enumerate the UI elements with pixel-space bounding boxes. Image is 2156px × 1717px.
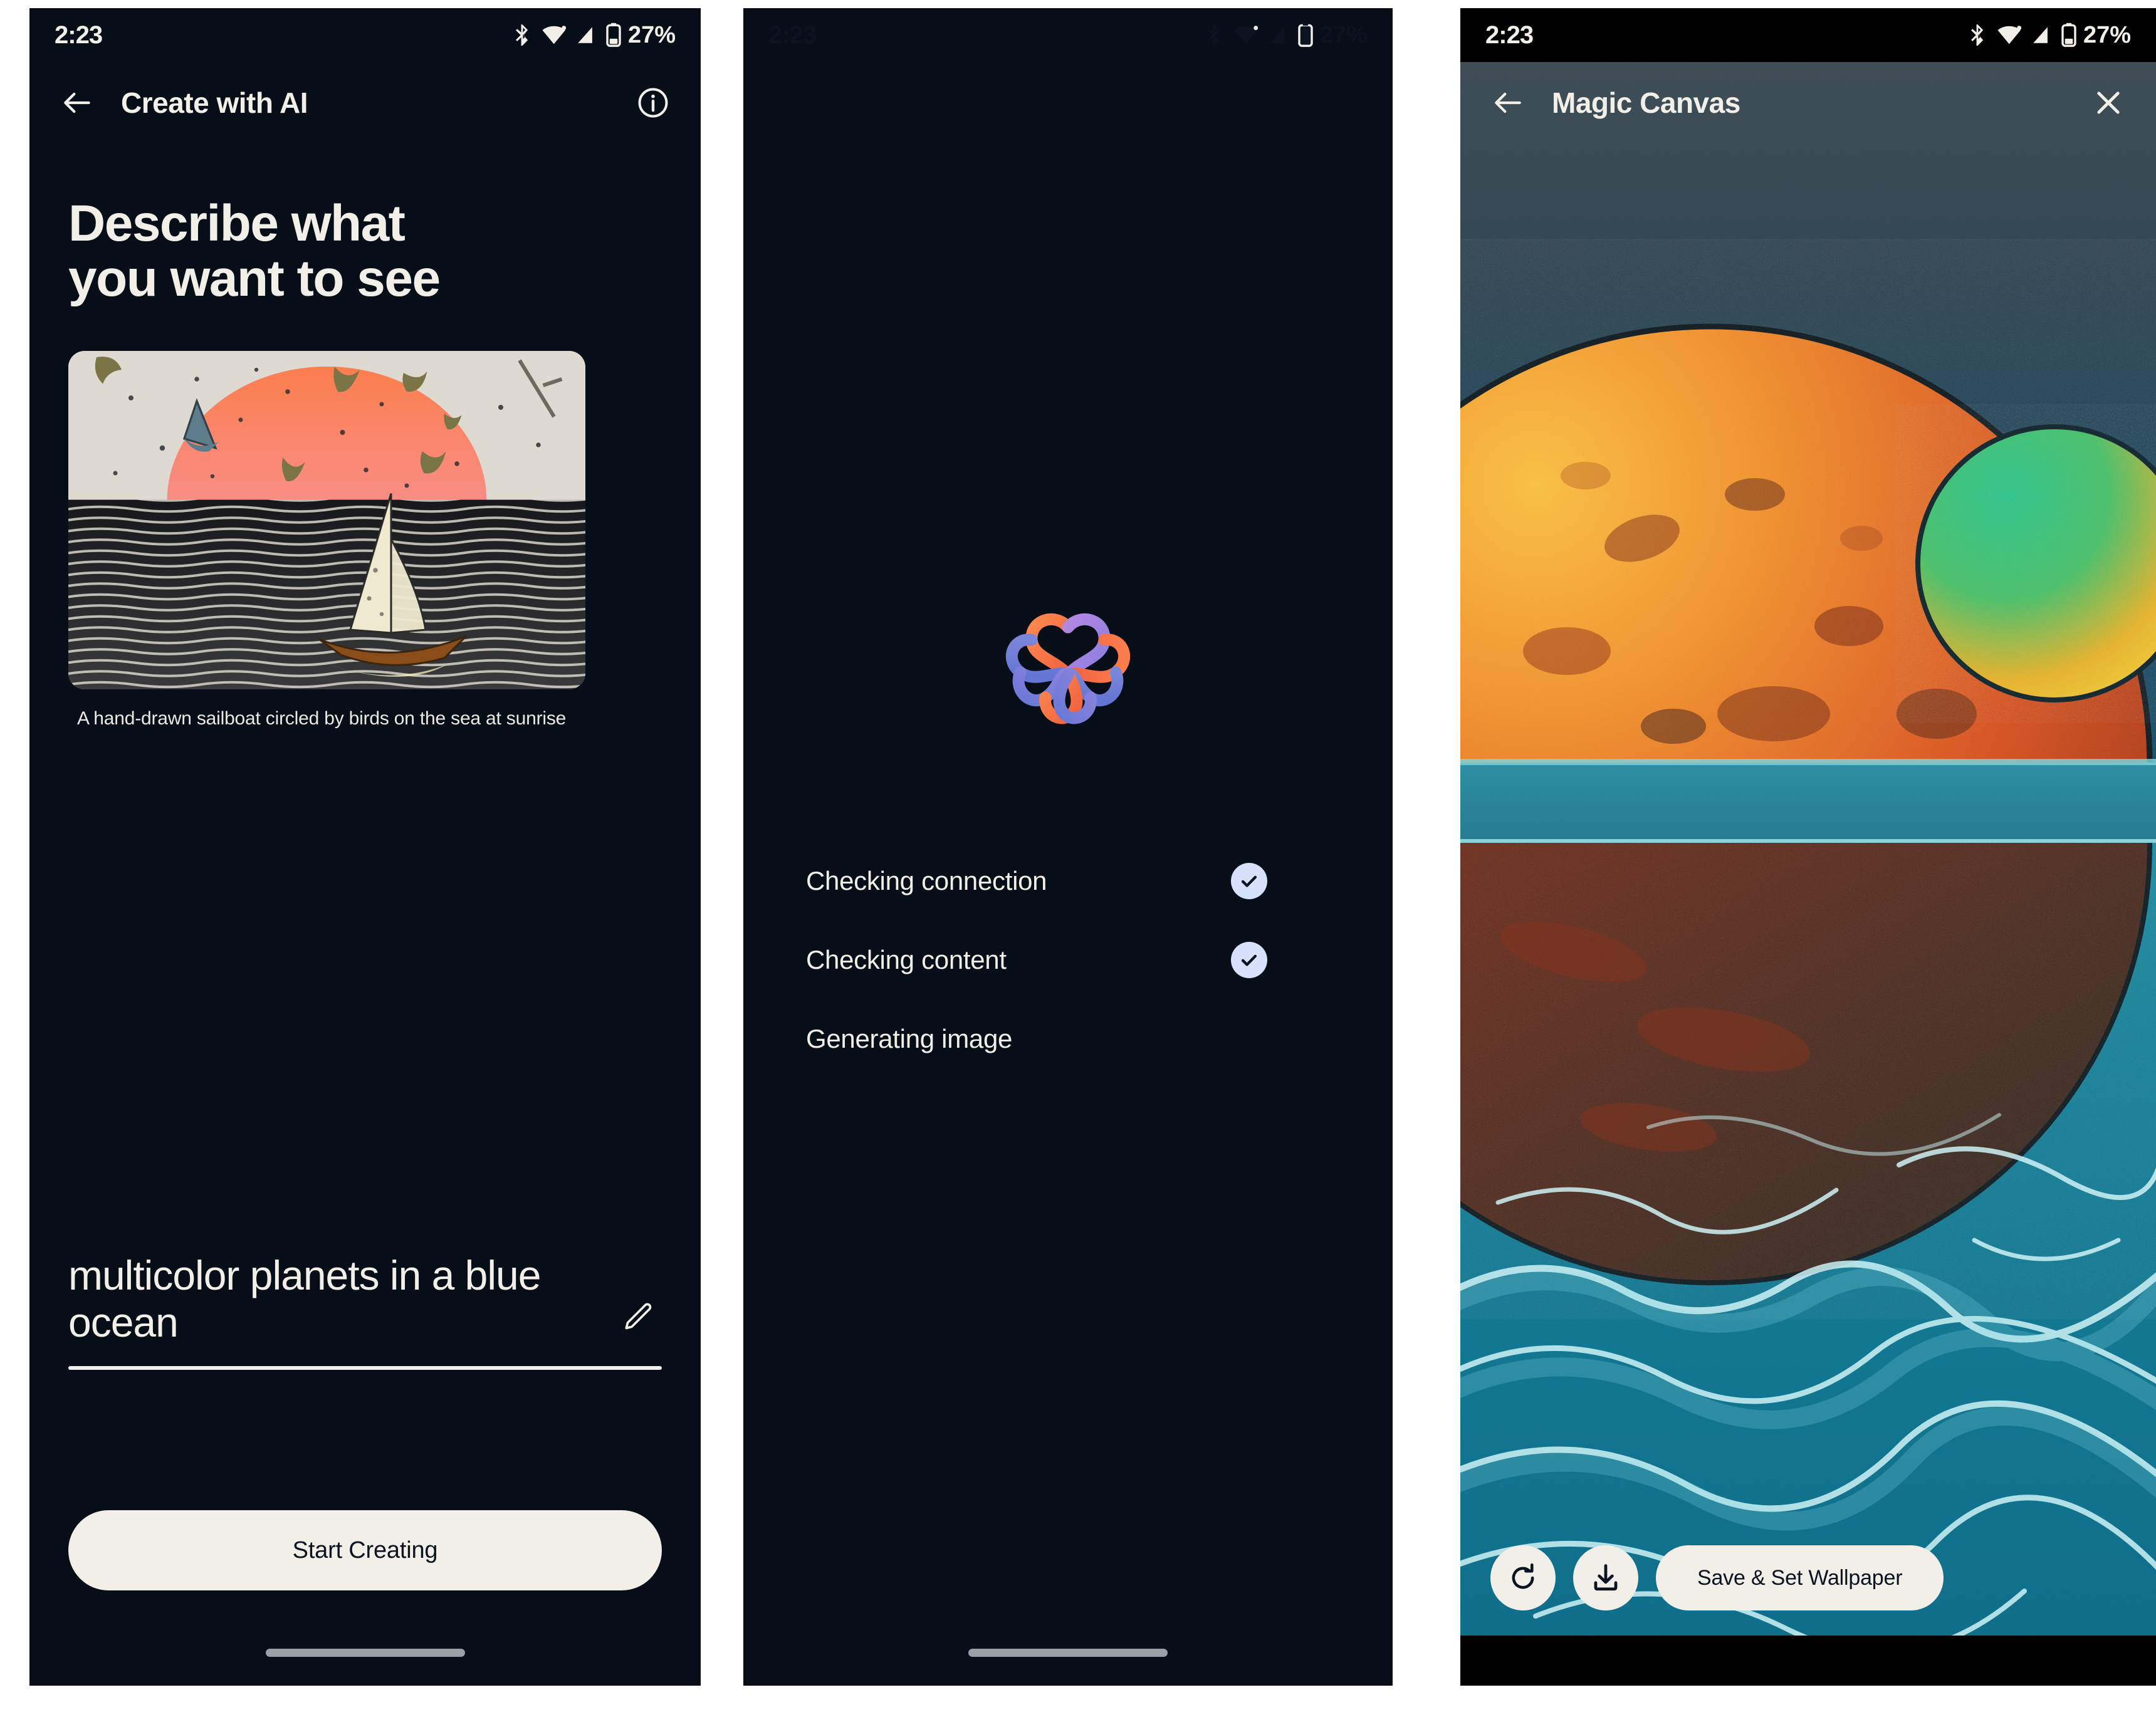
bluetooth-icon: [516, 24, 528, 46]
page-title: Create with AI: [121, 86, 308, 119]
prompt-input[interactable]: multicolor planets in a blue ocean: [68, 1252, 613, 1346]
result-action-bar: Save & Set Wallpaper: [1490, 1545, 1944, 1610]
headline-line-1: Describe what: [68, 195, 406, 252]
battery-percent: 27%: [627, 21, 676, 48]
cellular-signal-icon: [1270, 27, 1284, 43]
list-item: Generating image: [806, 999, 1330, 1078]
step-label: Checking content: [806, 945, 1007, 974]
app-bar-panel3: Magic Canvas: [1460, 62, 2156, 144]
list-item: Checking connection: [806, 842, 1330, 921]
prompt-underline: [68, 1366, 662, 1370]
wifi-icon: [1234, 26, 1259, 44]
battery-percent: 27%: [2083, 21, 2131, 48]
cellular-signal-icon: [2033, 27, 2048, 43]
status-bar-icons: 27%: [1203, 22, 1368, 49]
back-button[interactable]: [1485, 80, 1531, 125]
pencil-icon: [625, 1303, 652, 1330]
info-button[interactable]: [631, 80, 676, 125]
wifi-icon: [542, 26, 567, 44]
magic-canvas-logo: [1005, 610, 1131, 735]
start-creating-button[interactable]: Start Creating: [68, 1510, 662, 1590]
home-indicator[interactable]: [265, 1649, 465, 1657]
battery-icon: [1298, 23, 1313, 47]
app-bar-panel1: Create with AI: [29, 62, 701, 144]
edit-prompt-button[interactable]: [613, 1293, 662, 1342]
bluetooth-icon: [1208, 24, 1220, 46]
knot-star-logo-icon: [1005, 613, 1131, 724]
battery-icon: [2061, 23, 2076, 47]
phone-panel-generating: 2:23 27% Checking connection Checking co…: [743, 8, 1393, 1686]
back-arrow-icon: [1495, 92, 1521, 113]
download-icon: [1594, 1564, 1618, 1591]
prompt-field-block[interactable]: multicolor planets in a blue ocean: [68, 1252, 662, 1370]
battery-percent: 27%: [1319, 21, 1368, 48]
save-set-wallpaper-button[interactable]: Save & Set Wallpaper: [1656, 1545, 1944, 1610]
back-button[interactable]: [55, 80, 100, 125]
cellular-signal-icon: [578, 27, 592, 43]
phone-panel-magic-canvas-result: 2:23 27% Magic Canvas Save & Set Wallpap…: [1460, 8, 2156, 1686]
back-arrow-icon: [64, 92, 90, 113]
status-bar: 2:23 27%: [1460, 8, 2156, 62]
download-button[interactable]: [1573, 1545, 1638, 1610]
sailboat-illustration: [68, 351, 585, 690]
system-nav-bar: [1460, 1636, 2156, 1686]
status-bar: 2:23 27%: [29, 8, 701, 62]
home-indicator[interactable]: [968, 1649, 1168, 1657]
generated-wallpaper: [1460, 62, 2156, 1636]
check-circle-icon: [1231, 942, 1267, 978]
phone-panel-create-with-ai: 2:23 27% Create with AI Describe what yo…: [29, 8, 701, 1686]
status-bar-icons: 27%: [511, 22, 676, 49]
step-label: Checking connection: [806, 866, 1047, 895]
example-thumbnail: [68, 351, 585, 690]
status-bar: 2:23 27%: [743, 8, 1393, 62]
page-headline: Describe what you want to see: [68, 196, 662, 306]
status-bar-time: 2:23: [768, 21, 817, 49]
prompt-row: multicolor planets in a blue ocean: [68, 1252, 662, 1346]
refresh-icon: [1512, 1563, 1534, 1589]
screenshot-stage: 2:23 27% Create with AI Describe what yo…: [0, 0, 2156, 1717]
page-title: Magic Canvas: [1552, 86, 1740, 119]
status-bar-time: 2:23: [1485, 21, 1534, 49]
wifi-icon: [1997, 26, 2022, 44]
check-circle-icon: [1231, 863, 1267, 899]
status-bar-time: 2:23: [55, 21, 103, 49]
battery-icon: [606, 23, 621, 47]
example-caption: A hand-drawn sailboat circled by birds o…: [77, 708, 567, 729]
headline-line-2: you want to see: [68, 249, 441, 307]
info-icon: [638, 88, 668, 118]
close-icon: [2097, 91, 2120, 114]
planets-ocean-artwork: [1460, 62, 2156, 1636]
close-button[interactable]: [2086, 80, 2131, 125]
list-item: Checking content: [806, 921, 1330, 999]
example-card[interactable]: A hand-drawn sailboat circled by birds o…: [68, 351, 662, 729]
step-label: Generating image: [806, 1024, 1013, 1053]
status-bar-icons: 27%: [1967, 22, 2131, 49]
bluetooth-icon: [1971, 24, 1984, 46]
regenerate-button[interactable]: [1490, 1545, 1556, 1610]
progress-steps-list: Checking connection Checking content Gen…: [743, 842, 1393, 1078]
panel1-body: Describe what you want to see A hand-dra…: [29, 196, 701, 1370]
